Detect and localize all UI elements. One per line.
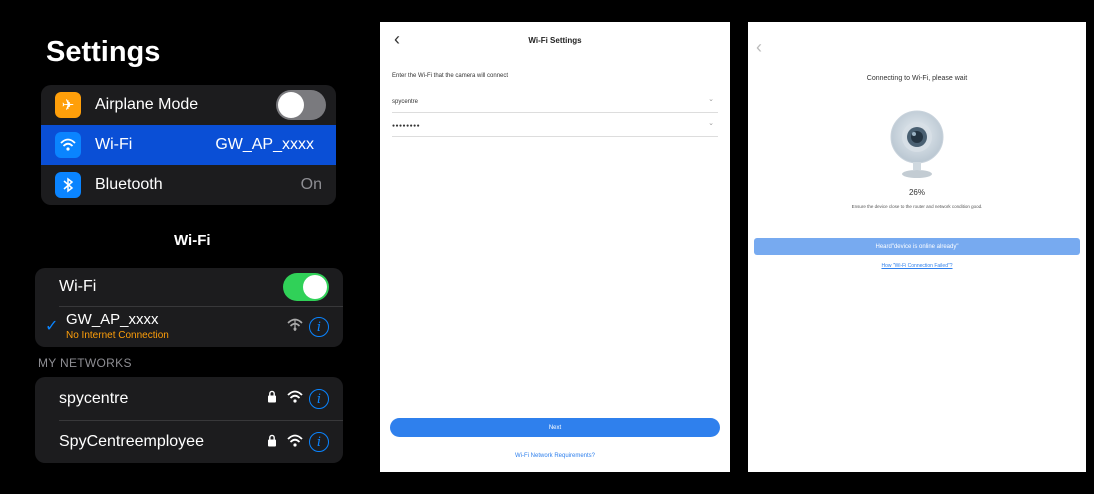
bluetooth-icon [55,172,81,198]
row-label: Airplane Mode [95,96,199,113]
my-networks-group: spycentre i SpyCentreemployee i [35,377,343,463]
back-button[interactable]: ‹ [756,37,762,58]
instruction-text: Enter the Wi-Fi that the camera will con… [392,73,509,79]
network-row-spycentreemployee[interactable]: SpyCentreemployee i [35,421,343,463]
wifi-settings-panel: ‹ Wi-Fi Settings Enter the Wi-Fi that th… [380,22,730,472]
info-icon[interactable]: i [309,389,329,409]
wifi-signal-icon [287,434,303,453]
network-name: spycentre [59,389,129,407]
settings-row-wifi[interactable]: Wi-Fi GW_AP_xxxx [41,125,336,165]
wifi-toggle[interactable] [283,273,329,301]
wifi-requirements-link[interactable]: Wi-Fi Network Requirements? [380,453,730,459]
device-online-button[interactable]: Heard"device is online already" [754,238,1080,255]
next-button[interactable]: Next [390,418,720,437]
wifi-group: Wi-Fi ✓ GW_AP_xxxx No Internet Connectio… [35,268,343,347]
progress-percent: 26% [908,188,925,197]
ssid-value: spycentre [392,99,419,105]
airplane-icon: ✈ [55,92,81,118]
settings-group: ✈ Airplane Mode Wi-Fi GW_AP_xxxx Bluetoo… [41,85,336,205]
settings-row-bluetooth[interactable]: Bluetooth On [41,165,336,205]
chevron-down-icon[interactable]: ⌄ [708,95,714,103]
lock-icon [267,434,277,452]
row-value: GW_AP_xxxx [215,136,314,153]
connection-failed-link[interactable]: How "Wi-Fi Connection Failed"? [748,263,1086,269]
settings-row-airplane[interactable]: ✈ Airplane Mode [41,85,336,125]
network-status: No Internet Connection [66,330,169,341]
ios-settings-panel: Settings ✈ Airplane Mode Wi-Fi GW_AP_xxx… [24,22,352,472]
network-name: GW_AP_xxxx [66,311,159,328]
wifi-signal-icon [287,390,303,409]
page-title: Wi-Fi Settings [528,36,582,45]
row-value: On [300,176,322,193]
connecting-panel: ‹ Connecting to Wi-Fi, please wait 26% E… [748,22,1086,472]
camera-icon [888,108,946,180]
page-title: Connecting to Wi-Fi, please wait [866,75,968,82]
ssid-field[interactable]: spycentre ⌄ [392,92,718,113]
chevron-down-icon[interactable]: ⌄ [708,119,714,127]
wifi-icon [55,132,81,158]
connected-network-row[interactable]: ✓ GW_AP_xxxx No Internet Connection i [35,307,343,347]
wifi-no-internet-icon [287,318,303,337]
page-title: Settings [46,36,161,68]
row-label: Bluetooth [95,176,163,193]
info-icon[interactable]: i [309,317,329,337]
info-icon[interactable]: i [309,432,329,452]
row-label: Wi-Fi [95,136,133,153]
my-networks-header: MY NETWORKS [38,356,132,370]
network-name: SpyCentreemployee [59,433,204,450]
wifi-section-title: Wi-Fi [174,232,211,249]
airplane-toggle[interactable] [276,90,326,120]
wifi-toggle-label: Wi-Fi [59,278,97,295]
lock-icon [267,390,277,408]
password-field[interactable]: ●●●●●●●● ⌄ [392,116,718,137]
password-value: ●●●●●●●● [392,123,421,129]
connection-note: Ensure the device close to the router an… [851,204,983,209]
wifi-toggle-row: Wi-Fi [35,268,343,306]
checkmark-icon: ✓ [45,318,59,335]
network-row-spycentre[interactable]: spycentre i [35,377,343,420]
